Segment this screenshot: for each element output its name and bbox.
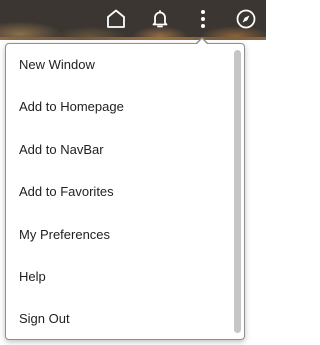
more-options-icon[interactable] <box>189 5 217 33</box>
menu-item-add-to-homepage[interactable]: Add to Homepage <box>6 86 234 128</box>
menu-pointer-fill <box>196 38 208 45</box>
compass-icon[interactable] <box>232 5 260 33</box>
banner-image <box>0 0 266 38</box>
menu-item-add-to-navbar[interactable]: Add to NavBar <box>6 129 234 171</box>
menu-item-add-to-favorites[interactable]: Add to Favorites <box>6 171 234 213</box>
menu-scrollbar[interactable] <box>234 50 241 333</box>
menu-item-help[interactable]: Help <box>6 256 234 298</box>
banner-edge <box>0 37 266 40</box>
top-banner <box>0 0 266 40</box>
menu-item-sign-out[interactable]: Sign Out <box>6 298 234 340</box>
menu-item-my-preferences[interactable]: My Preferences <box>6 214 234 256</box>
actions-menu: New Window Add to Homepage Add to NavBar… <box>5 43 245 340</box>
home-icon[interactable] <box>102 5 130 33</box>
menu-item-new-window[interactable]: New Window <box>6 44 234 86</box>
bell-icon[interactable] <box>146 5 174 33</box>
menu-list: New Window Add to Homepage Add to NavBar… <box>6 44 234 341</box>
